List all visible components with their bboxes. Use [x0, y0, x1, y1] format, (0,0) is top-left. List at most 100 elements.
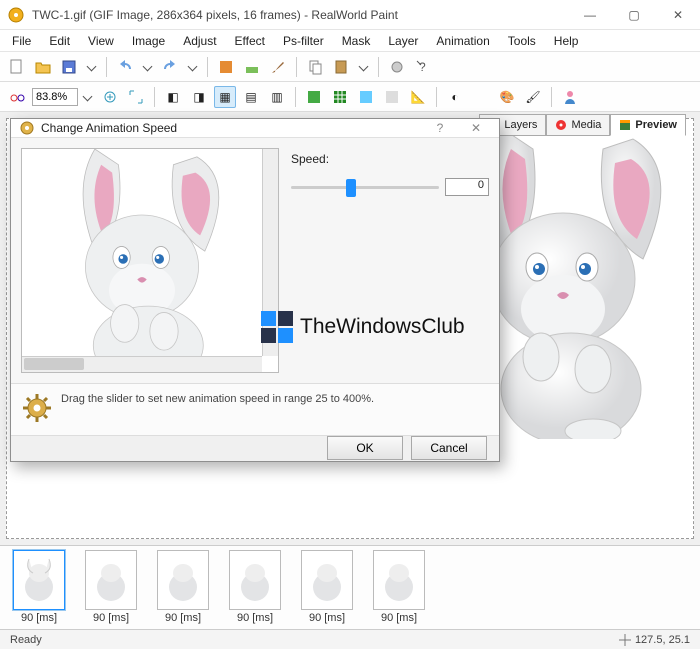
zoom-glasses-icon[interactable]	[6, 86, 28, 108]
minimize-button[interactable]: —	[568, 0, 612, 29]
copy-icon[interactable]	[304, 56, 326, 78]
menu-tools[interactable]: Tools	[500, 32, 544, 50]
speed-value[interactable]: 0	[445, 178, 489, 196]
tab-media-label: Media	[571, 119, 601, 131]
save-dropdown-icon[interactable]	[87, 62, 97, 72]
cube-b-icon[interactable]: ◨	[188, 86, 210, 108]
close-window-button[interactable]: ✕	[656, 0, 700, 29]
menu-file[interactable]: File	[4, 32, 39, 50]
dialog-help-button[interactable]: ?	[425, 119, 455, 137]
tab-preview-label: Preview	[635, 119, 677, 131]
new-icon[interactable]	[6, 56, 28, 78]
menu-edit[interactable]: Edit	[41, 32, 78, 50]
grid-a-icon[interactable]	[303, 86, 325, 108]
menu-psfilter[interactable]: Ps-filter	[275, 32, 332, 50]
frame-label: 90 [ms]	[165, 612, 201, 624]
palette-icon[interactable]: 🎨	[496, 86, 518, 108]
frame-thumb[interactable]: 90 [ms]	[78, 550, 144, 624]
dialog-preview-image	[22, 149, 262, 369]
frame-thumb[interactable]: 90 [ms]	[150, 550, 216, 624]
cube-d-icon[interactable]: ▤	[240, 86, 262, 108]
maximize-button[interactable]: ▢	[612, 0, 656, 29]
brush-icon[interactable]	[267, 56, 289, 78]
frame-label: 90 [ms]	[381, 612, 417, 624]
tool-b-icon[interactable]	[241, 56, 263, 78]
dialog-help-text: Drag the slider to set new animation spe…	[61, 392, 374, 407]
menu-image[interactable]: Image	[124, 32, 173, 50]
dialog-help-row: Drag the slider to set new animation spe…	[11, 383, 499, 435]
fit-screen-icon[interactable]	[125, 86, 147, 108]
right-panel-tabs: Layers Media Preview	[479, 114, 686, 136]
preview-scroll-thumb[interactable]	[24, 358, 84, 370]
menu-effect[interactable]: Effect	[227, 32, 273, 50]
cancel-button[interactable]: Cancel	[411, 436, 487, 460]
toolbar-primary: ?	[0, 52, 700, 82]
frame-label: 90 [ms]	[93, 612, 129, 624]
menu-layer[interactable]: Layer	[380, 32, 426, 50]
grid-b-icon[interactable]	[329, 86, 351, 108]
cube-e-icon[interactable]: ▥	[266, 86, 288, 108]
ruler-icon[interactable]: 📐	[407, 86, 429, 108]
frame-thumb[interactable]: 90 [ms]	[294, 550, 360, 624]
tool-a-icon[interactable]	[215, 56, 237, 78]
menu-mask[interactable]: Mask	[334, 32, 379, 50]
status-coords: 127.5, 25.1	[619, 634, 690, 646]
dialog-preview[interactable]	[21, 148, 279, 373]
status-text: Ready	[10, 634, 42, 646]
dialog-close-button[interactable]: ✕	[461, 119, 491, 137]
titlebar: TWC-1.gif (GIF Image, 286x364 pixels, 16…	[0, 0, 700, 30]
tab-media[interactable]: Media	[546, 114, 610, 136]
slider-thumb[interactable]	[346, 179, 356, 197]
app-icon	[8, 7, 24, 23]
slider-track	[291, 186, 439, 189]
redo-icon[interactable]	[159, 56, 181, 78]
frame-thumb[interactable]: 90 [ms]	[6, 550, 72, 624]
menu-adjust[interactable]: Adjust	[175, 32, 224, 50]
ok-button[interactable]: OK	[327, 436, 403, 460]
cube-c-icon[interactable]: ▦	[214, 86, 236, 108]
speed-label: Speed:	[291, 152, 329, 166]
moon-icon[interactable]	[470, 86, 492, 108]
help-icon[interactable]: ?	[412, 56, 434, 78]
change-animation-speed-dialog: Change Animation Speed ? ✕	[10, 118, 500, 462]
paint-icon[interactable]: 🖌	[522, 86, 544, 108]
statusbar: Ready 127.5, 25.1	[0, 629, 700, 649]
save-icon[interactable]	[58, 56, 80, 78]
grid-c-icon[interactable]	[355, 86, 377, 108]
svg-text:?: ?	[419, 60, 426, 74]
window-title: TWC-1.gif (GIF Image, 286x364 pixels, 16…	[32, 8, 398, 22]
menubar: File Edit View Image Adjust Effect Ps-fi…	[0, 30, 700, 52]
zoom-input[interactable]	[32, 88, 78, 106]
user-icon[interactable]	[559, 86, 581, 108]
zoom-dropdown-icon[interactable]	[83, 92, 93, 102]
undo-icon[interactable]	[114, 56, 136, 78]
zoom-reset-icon[interactable]	[99, 86, 121, 108]
cube-a-icon[interactable]: ◧	[162, 86, 184, 108]
halfcircle-icon[interactable]: ◐	[444, 86, 466, 108]
frame-thumb[interactable]: 90 [ms]	[222, 550, 288, 624]
dialog-button-row: OK Cancel	[11, 435, 499, 461]
gear-icon	[21, 392, 53, 427]
dialog-titlebar: Change Animation Speed ? ✕	[11, 119, 499, 138]
settings-icon[interactable]	[386, 56, 408, 78]
undo-dropdown[interactable]	[143, 62, 153, 72]
frame-label: 90 [ms]	[21, 612, 57, 624]
open-icon[interactable]	[32, 56, 54, 78]
frame-strip: 90 [ms] 90 [ms] 90 [ms] 90 [ms] 90 [ms] …	[0, 545, 700, 629]
preview-scrollbar-vertical[interactable]	[262, 149, 278, 356]
redo-dropdown[interactable]	[188, 62, 198, 72]
zoom-combo[interactable]	[32, 88, 95, 106]
frame-label: 90 [ms]	[309, 612, 345, 624]
dialog-title: Change Animation Speed	[41, 121, 177, 135]
grid-d-icon[interactable]	[381, 86, 403, 108]
preview-icon	[619, 119, 631, 131]
menu-view[interactable]: View	[80, 32, 122, 50]
speed-slider[interactable]: 0	[291, 174, 489, 202]
paste-dropdown[interactable]	[359, 62, 369, 72]
tab-preview[interactable]: Preview	[610, 114, 686, 136]
frame-thumb[interactable]: 90 [ms]	[366, 550, 432, 624]
menu-animation[interactable]: Animation	[428, 32, 497, 50]
toolbar-secondary: ◧ ◨ ▦ ▤ ▥ 📐 ◐ 🎨 🖌	[0, 82, 700, 112]
menu-help[interactable]: Help	[546, 32, 587, 50]
paste-icon[interactable]	[330, 56, 352, 78]
